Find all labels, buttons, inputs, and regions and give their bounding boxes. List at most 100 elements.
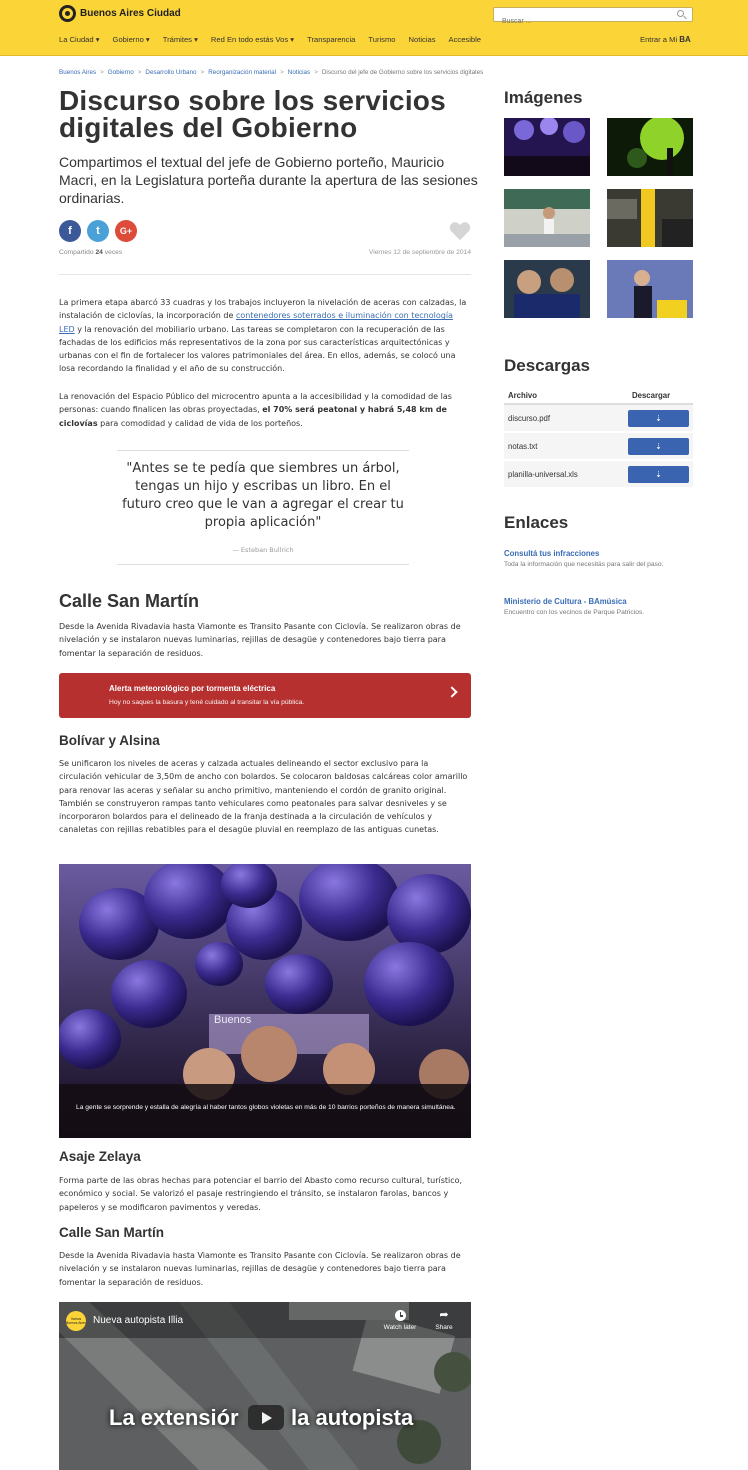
downloads-table-header: Archivo Descargar <box>504 386 693 405</box>
breadcrumb-item[interactable]: Noticias <box>288 69 310 76</box>
gallery-image <box>504 260 590 318</box>
facebook-share-button[interactable]: f <box>59 220 81 242</box>
play-button[interactable] <box>248 1405 284 1430</box>
play-icon <box>262 1412 272 1424</box>
paragraph-text: para comodidad y calidad de vida de los … <box>97 418 303 428</box>
gallery-thumbnail[interactable] <box>504 260 590 318</box>
share-count-prefix: Compartido <box>59 249 94 256</box>
share-count-number: 24 <box>95 249 103 256</box>
paragraph-bolivar: Se unificaron los niveles de aceras y ca… <box>59 759 468 835</box>
download-button[interactable]: ⇣ <box>628 409 689 427</box>
table-row: notas.txt ⇣ <box>504 433 693 460</box>
paragraph-zelaya: Forma parte de las obras hechas para pot… <box>59 1176 463 1212</box>
share-buttons: f t G+ <box>59 220 137 242</box>
link-item[interactable]: Ministerio de Cultura - BAmúsica Encuent… <box>504 597 693 617</box>
paragraph-san-martin-2: Desde la Avenida Rivadavia hasta Viamont… <box>59 1251 461 1287</box>
gallery-image <box>607 260 693 318</box>
login-text: Entrar a Mi <box>640 35 678 44</box>
nav-item-red[interactable]: Red En todo estás Vos ▾ <box>211 35 294 44</box>
twitter-share-button[interactable]: t <box>87 220 109 242</box>
gallery-thumbnail[interactable] <box>504 118 590 176</box>
alert-text: Hoy no saques la basura y tené cuidado a… <box>109 699 305 706</box>
city-logo-icon <box>59 5 76 22</box>
download-arrow-icon: ⇣ <box>655 413 662 423</box>
section-heading-bolivar: Bolívar y Alsina <box>59 733 160 748</box>
video-title[interactable]: Nueva autopista Illia <box>93 1315 183 1326</box>
section-heading-san-martin: Calle San Martín <box>59 591 200 611</box>
page-title: Discurso sobre los servicios digitales d… <box>59 85 446 143</box>
paragraph-2: La renovación del Espacio Público del mi… <box>59 390 471 430</box>
quote-author: — Esteban Bullrich <box>232 546 294 554</box>
download-arrow-icon: ⇣ <box>655 441 662 451</box>
download-arrow-icon: ⇣ <box>655 469 662 479</box>
site-logo[interactable]: Buenos Aires Ciudad <box>59 5 181 22</box>
file-name: notas.txt <box>508 441 538 451</box>
channel-avatar[interactable]: Vamos Buenos Aires <box>66 1311 86 1331</box>
link-title[interactable]: Consultá tus infracciones <box>504 549 693 558</box>
gallery-thumbnail[interactable] <box>607 118 693 176</box>
weather-alert-banner[interactable]: Alerta meteorológico por tormenta eléctr… <box>59 673 471 718</box>
nav-item-noticias[interactable]: Noticias <box>409 35 436 44</box>
photo-sign-text: Buenos <box>214 1014 252 1026</box>
breadcrumb-item[interactable]: Desarrollo Urbano <box>145 69 196 76</box>
paragraph-san-martin: Desde la Avenida Rivadavia hasta Viamont… <box>59 622 461 658</box>
table-row: discurso.pdf ⇣ <box>504 405 693 432</box>
paragraph-1: La primera etapa abarcó 33 cuadras y los… <box>59 296 471 376</box>
link-item[interactable]: Consultá tus infracciones Toda la inform… <box>504 549 693 569</box>
file-name: discurso.pdf <box>508 413 551 423</box>
nav-item-tramites[interactable]: Trámites ▾ <box>163 35 198 44</box>
breadcrumb-item[interactable]: Gobierno <box>108 69 134 76</box>
gallery-image <box>607 118 693 176</box>
column-header-archivo: Archivo <box>508 391 538 400</box>
watch-later-button[interactable]: Watch later <box>379 1310 421 1331</box>
nav-item-accesible[interactable]: Accesible <box>449 35 482 44</box>
googleplus-share-button[interactable]: G+ <box>115 220 137 242</box>
share-label: Share <box>435 1324 453 1331</box>
link-description: Toda la información que necesitás para s… <box>504 561 664 568</box>
search-input[interactable] <box>494 15 664 28</box>
column-header-descargar: Descargar <box>632 391 671 400</box>
gallery-image <box>607 189 693 247</box>
channel-badge-text: Vamos Buenos Aires <box>66 1317 86 1325</box>
nav-item-transparencia[interactable]: Transparencia <box>307 35 355 44</box>
divider <box>59 274 471 275</box>
share-count: Compartido 24 veces <box>59 249 122 256</box>
section-heading-san-martin-2: Calle San Martín <box>59 1225 165 1240</box>
video-overlay-text-right: la autopista <box>291 1405 414 1430</box>
nav-item-turismo[interactable]: Turismo <box>368 35 395 44</box>
file-name: planilla-universal.xls <box>508 469 578 479</box>
link-description: Encuentro con los vecinos de Parque Patr… <box>504 609 645 616</box>
balloons-photo-image <box>59 864 471 1138</box>
links-heading: Enlaces <box>504 513 569 532</box>
search-icon[interactable] <box>677 10 684 17</box>
video-overlay-text-left: La extensiór <box>109 1405 239 1430</box>
share-arrow-icon: ➦ <box>439 1309 449 1321</box>
share-video-button[interactable]: ➦ Share <box>431 1309 457 1332</box>
download-button[interactable]: ⇣ <box>628 437 689 455</box>
video-player[interactable]: Vamos Buenos Aires Nueva autopista Illia… <box>59 1302 471 1470</box>
article-lead: Compartimos el textual del jefe de Gobie… <box>59 154 478 206</box>
nav-item-gobierno[interactable]: Gobierno ▾ <box>113 35 150 44</box>
section-heading-zelaya: Asaje Zelaya <box>59 1149 141 1164</box>
breadcrumb-current: Discurso del jefe de Gobierno sobre los … <box>321 69 484 76</box>
gallery-image <box>504 118 590 176</box>
main-nav: La Ciudad ▾ Gobierno ▾ Trámites ▾ Red En… <box>59 35 494 44</box>
table-row: planilla-universal.xls ⇣ <box>504 461 693 488</box>
quote-text: "Antes se te pedía que siembres un árbol… <box>122 461 404 530</box>
clock-icon <box>394 1310 406 1321</box>
article-photo-balloons[interactable]: Buenos La gente se sorprende y estalla d… <box>59 864 471 1138</box>
breadcrumb-item[interactable]: Reorganización material <box>208 69 276 76</box>
link-title[interactable]: Ministerio de Cultura - BAmúsica <box>504 597 693 606</box>
downloads-table: Archivo Descargar discurso.pdf ⇣ notas.t… <box>504 386 693 489</box>
heart-icon[interactable] <box>449 221 471 241</box>
photo-caption: La gente se sorprende y estalla de alegr… <box>76 1104 456 1111</box>
gallery-thumbnail[interactable] <box>607 260 693 318</box>
nav-item-la-ciudad[interactable]: La Ciudad ▾ <box>59 35 100 44</box>
images-heading: Imágenes <box>504 88 583 107</box>
download-button[interactable]: ⇣ <box>628 465 689 483</box>
login-link[interactable]: Entrar a Mi BA <box>640 35 691 44</box>
breadcrumb-item[interactable]: Buenos Aires <box>59 69 96 76</box>
gallery-thumbnail[interactable] <box>504 189 590 247</box>
gallery-thumbnail[interactable] <box>607 189 693 247</box>
chevron-right-icon <box>446 686 458 698</box>
